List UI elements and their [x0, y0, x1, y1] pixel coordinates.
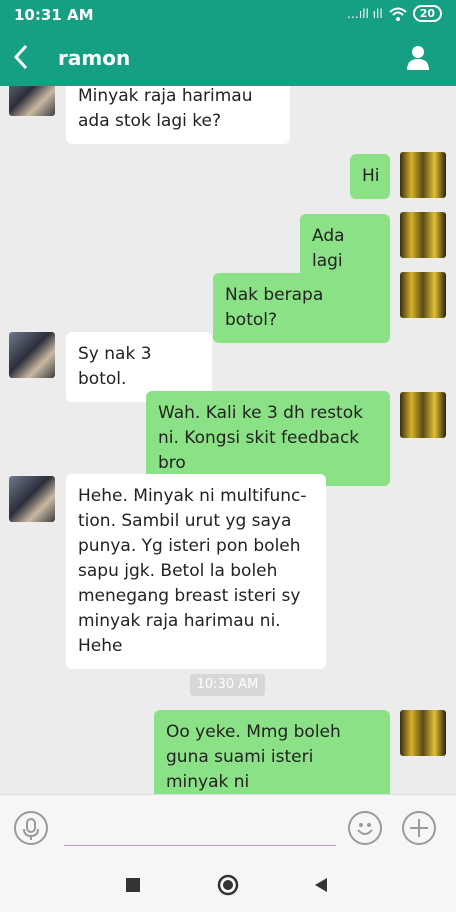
chevron-left-icon[interactable] — [12, 42, 30, 72]
outgoing-message[interactable]: Wah. Kali ke 3 dh restok ni. Kongsi skit… — [146, 391, 390, 486]
contact-avatar[interactable] — [9, 332, 55, 378]
time-divider: 10:30 AM — [190, 674, 265, 696]
user-avatar[interactable] — [400, 152, 446, 198]
person-icon[interactable] — [406, 44, 430, 70]
status-icons: …ıll ıll 20 — [347, 5, 442, 22]
back-triangle-icon[interactable] — [310, 874, 332, 896]
message-input-bar — [0, 794, 456, 857]
battery-icon: 20 — [412, 5, 442, 22]
emoji-button[interactable] — [348, 811, 382, 845]
user-avatar[interactable] — [400, 710, 446, 756]
add-attachment-button[interactable] — [402, 811, 436, 845]
contact-avatar[interactable] — [9, 86, 55, 116]
title-bar: ramon — [0, 36, 456, 80]
incoming-message[interactable]: Minyak raja harimau ada stok lagi ke? — [66, 86, 290, 144]
chat-area[interactable]: Minyak raja harimau ada stok lagi ke? Hi… — [0, 86, 456, 794]
outgoing-message[interactable]: Oo yeke. Mmg boleh guna suami isteri min… — [154, 710, 390, 794]
app-header: 10:31 AM …ıll ıll 20 ramon — [0, 0, 456, 86]
plus-icon — [410, 819, 428, 837]
outgoing-message[interactable]: Hi — [350, 154, 390, 199]
status-time: 10:31 AM — [14, 6, 94, 24]
contact-name[interactable]: ramon — [58, 46, 130, 70]
user-avatar[interactable] — [400, 272, 446, 318]
outgoing-message[interactable]: Nak berapa botol? — [213, 273, 390, 343]
smiley-icon — [357, 823, 373, 835]
signal-icon: …ıll ıll — [346, 6, 383, 21]
voice-button[interactable] — [14, 811, 48, 845]
home-icon[interactable] — [217, 874, 239, 896]
recent-apps-icon[interactable] — [122, 874, 144, 896]
microphone-icon — [23, 818, 39, 840]
user-avatar[interactable] — [400, 392, 446, 438]
user-avatar[interactable] — [400, 212, 446, 258]
status-bar: 10:31 AM …ıll ıll 20 — [0, 0, 456, 30]
wifi-icon — [389, 7, 407, 21]
contact-avatar[interactable] — [9, 476, 55, 522]
message-input[interactable] — [64, 813, 336, 846]
system-navigation-bar — [0, 856, 456, 912]
incoming-message[interactable]: Hehe. Minyak ni multifunc-tion. Sambil u… — [66, 474, 326, 669]
